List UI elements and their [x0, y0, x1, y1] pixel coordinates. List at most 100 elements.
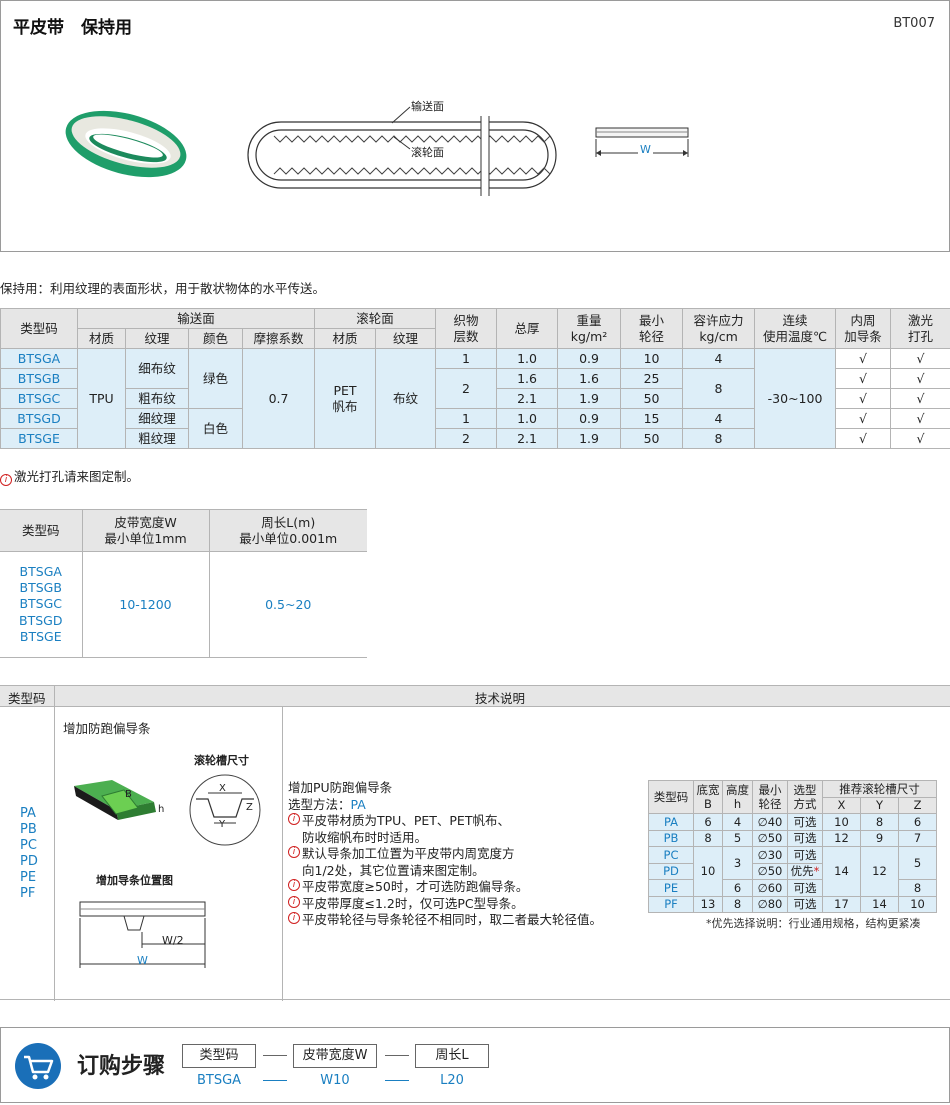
cell-x: 14 — [822, 846, 861, 897]
cell-x: 17 — [822, 895, 861, 913]
cell-layers: 2 — [435, 428, 498, 449]
col-tech-desc: 技术说明 — [475, 691, 526, 706]
cell-y: 9 — [860, 829, 899, 847]
laser-note: i 激光打孔请来图定制。 — [0, 466, 139, 486]
cell-d: ∅80 — [752, 895, 788, 913]
cell-b: 10 — [693, 846, 723, 897]
type-code-link[interactable]: BTSGD — [0, 408, 78, 429]
cell-thickness: 1.0 — [496, 408, 559, 429]
col-type-code: 类型码 — [0, 509, 82, 552]
col-height: 高度 h — [722, 780, 753, 814]
value-connector — [385, 1080, 409, 1081]
cell-option: 可选 — [787, 829, 823, 847]
cell-weight: 1.9 — [557, 428, 622, 449]
cell-weight: 0.9 — [557, 348, 622, 369]
fig-w-label: W — [137, 954, 148, 967]
leader-lines — [391, 106, 411, 150]
step-value-type-code: BTSGA — [196, 1073, 242, 1088]
cell-layers: 1 — [435, 348, 498, 369]
divider — [282, 707, 283, 1001]
cell-thickness: 2.1 — [496, 428, 559, 449]
col-color: 颜色 — [188, 328, 243, 349]
col-weight: 重量 kg/m² — [557, 308, 622, 349]
order-title: 订购步骤 — [77, 1054, 166, 1079]
guide-code-link[interactable]: PA — [648, 813, 694, 831]
width-range: 10-1200 — [81, 551, 209, 658]
fig-h-label: h — [158, 804, 165, 815]
guide-code-link[interactable]: PB — [648, 829, 694, 847]
cell-pulley: 10 — [620, 348, 684, 369]
col-roller-texture: 纹理 — [375, 328, 437, 349]
cell-b: 6 — [693, 813, 723, 831]
value-connector — [263, 1080, 287, 1081]
guide-type-codes[interactable]: PA PB PC PD PE PF — [20, 806, 38, 902]
type-code-link[interactable]: BTSGE — [0, 428, 78, 449]
guide-position-label: 增加导条位置图 — [96, 874, 173, 887]
divider — [54, 686, 55, 1001]
pu-guide-title: 增加PU防跑偏导条 — [288, 780, 393, 795]
guide-spec-table: 类型码 底宽 B 高度 h 最小 轮径 选型 方式 推荐滚轮槽尺寸 X Y Z … — [648, 780, 938, 913]
product-code: BT007 — [893, 16, 935, 31]
guide-code-link[interactable]: PF — [648, 895, 694, 913]
cell-texture: 粗布纹 — [125, 388, 189, 409]
cell-tension: 4 — [682, 348, 756, 369]
guide-code-link[interactable]: PC — [648, 846, 694, 864]
page-title: 平皮带 保持用 — [13, 18, 132, 38]
col-base-width: 底宽 B — [693, 780, 723, 814]
guide-code-link[interactable]: PE — [648, 879, 694, 897]
note-item: i 平皮带厚度≤1.2时，仅可选PC型导条。 — [288, 895, 602, 913]
cell-thickness: 1.6 — [496, 368, 559, 389]
cell-d: ∅50 — [752, 829, 788, 847]
type-code-link[interactable]: BTSGB — [0, 368, 78, 389]
cell-tension: 8 — [682, 428, 756, 449]
col-roller-face: 滚轮面 — [314, 308, 437, 329]
cell-d: ∅60 — [752, 879, 788, 897]
note-item: i 平皮带轮径与导条轮径不相同时，取二者最大轮径值。 — [288, 912, 602, 929]
width-label: W — [638, 143, 653, 156]
guide-code-link[interactable]: PD — [648, 862, 694, 880]
cell-d: ∅40 — [752, 813, 788, 831]
col-groove: 推荐滚轮槽尺寸 — [821, 780, 938, 798]
add-guide-title: 增加防跑偏导条 — [63, 721, 151, 736]
cell-option: 可选 — [787, 895, 823, 913]
info-icon: i — [0, 474, 12, 486]
cell-z: 6 — [897, 813, 938, 831]
cell-tension: 4 — [682, 408, 756, 429]
col-guide: 内周 加导条 — [835, 308, 892, 349]
col-texture: 纹理 — [125, 328, 189, 349]
cell-laser: √ — [890, 408, 950, 429]
type-code-link[interactable]: BTSGA — [0, 348, 78, 369]
col-type-code: 类型码 — [0, 308, 78, 349]
cell-pulley: 50 — [620, 388, 684, 409]
fig-x-label: X — [219, 783, 226, 794]
cell-weight: 1.9 — [557, 388, 622, 409]
select-method-value[interactable]: PA — [351, 797, 366, 812]
cell-thickness: 2.1 — [496, 388, 559, 409]
info-icon: i — [288, 879, 300, 891]
col-roller-material: 材质 — [314, 328, 377, 349]
table-row: BTSGA TPU 细布纹 绿色 0.7 PET 帆布 布纹 1 1.0 0.9… — [0, 348, 950, 449]
laser-note-text: 激光打孔请来图定制。 — [14, 469, 140, 484]
cell-y: 8 — [860, 813, 899, 831]
step-type-code: 类型码 — [182, 1044, 256, 1068]
type-code-link[interactable]: BTSGC — [0, 388, 78, 409]
cell-layers: 1 — [435, 408, 498, 429]
cell-x: 10 — [822, 813, 861, 831]
size-table: 类型码 皮带宽度W 最小单位1mm 周长L(m) 最小单位0.001m BTSG… — [0, 509, 367, 658]
table-row: PF 13 8 ∅80 可选 17 14 10 — [648, 895, 938, 913]
step-belt-width: 皮带宽度W — [293, 1044, 377, 1068]
cell-h: 5 — [722, 829, 753, 847]
product-header-panel: 平皮带 保持用 BT007 输送面 滚轮面 W — [0, 0, 950, 252]
col-tension: 容许应力 kg/cm — [682, 308, 756, 349]
length-range: 0.5~20 — [208, 551, 367, 658]
info-icon: i — [288, 813, 300, 825]
cell-texture: 粗纹理 — [125, 428, 189, 449]
cell-y: 14 — [860, 895, 899, 913]
cell-layers: 2 — [435, 368, 498, 409]
step-connector — [263, 1055, 287, 1056]
type-code-list[interactable]: BTSGA BTSGB BTSGC BTSGD BTSGE — [0, 551, 82, 658]
cell-weight: 1.6 — [557, 368, 622, 389]
pu-guide-notes: 增加PU防跑偏导条 选型方法：PA i 平皮带材质为TPU、PET、PET帆布、 … — [288, 780, 602, 929]
belt-photo — [65, 110, 187, 178]
cell-guide: √ — [835, 388, 892, 409]
